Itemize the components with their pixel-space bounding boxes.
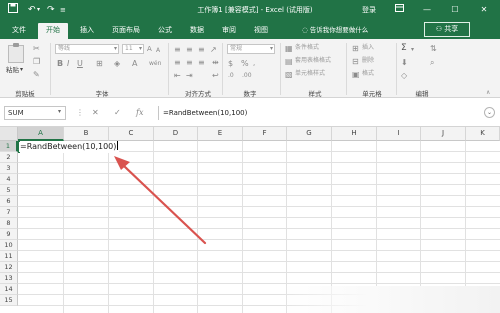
arrow-head	[114, 156, 130, 170]
arrow-shaft	[122, 164, 207, 245]
annotation-arrow	[114, 156, 207, 245]
watermark-fade	[280, 286, 500, 313]
